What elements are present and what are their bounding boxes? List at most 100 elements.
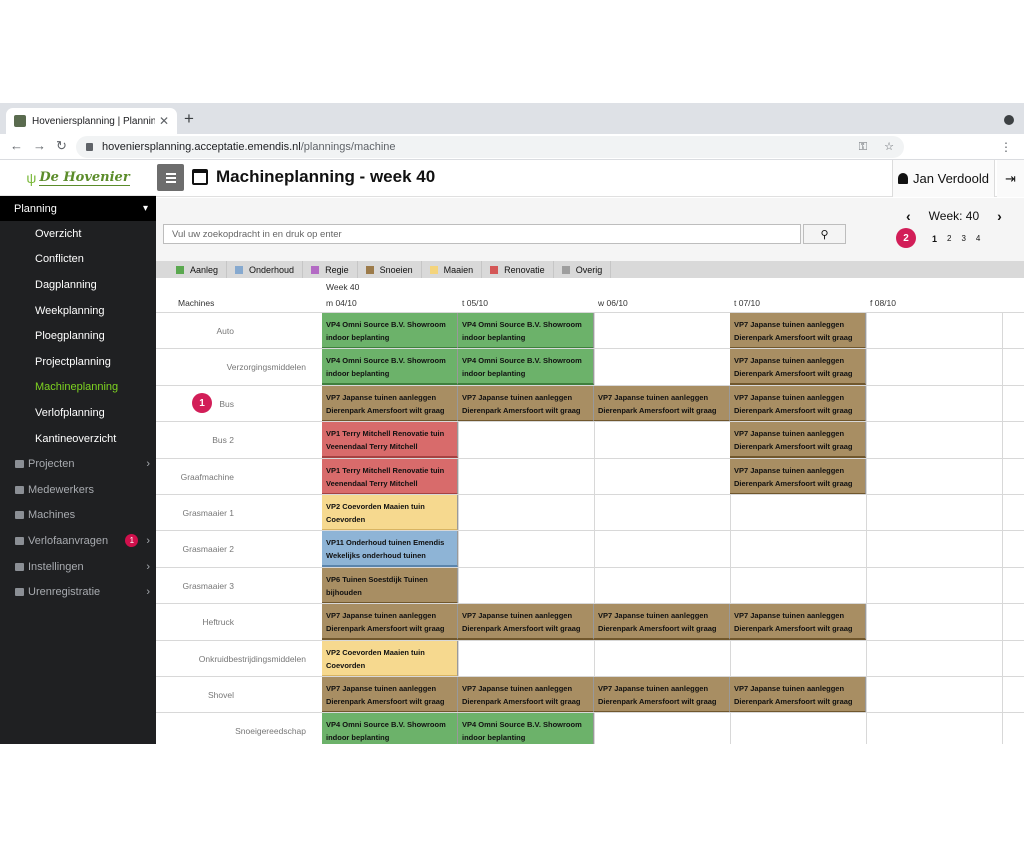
- day-header: m 04/10: [326, 298, 357, 308]
- machine-name: Verzorgingsmiddelen: [226, 362, 306, 373]
- planning-block[interactable]: VP7 Japanse tuinen aanleggen Dierenpark …: [730, 604, 866, 641]
- sidebar-item-instellingen[interactable]: Instellingen ›: [0, 554, 156, 580]
- sidebar-subitem-weekplanning[interactable]: Weekplanning: [0, 298, 156, 324]
- legend-label: Onderhoud: [249, 264, 295, 275]
- next-week-icon[interactable]: ›: [997, 208, 1002, 224]
- grid-line: [1002, 713, 1003, 744]
- sidebar-subitem-overzicht[interactable]: Overzicht: [0, 221, 156, 247]
- tab-search-icon[interactable]: [1004, 115, 1014, 125]
- sidebar-item-label: Medewerkers: [28, 483, 95, 496]
- planning-block[interactable]: VP4 Omni Source B.V. Showroom indoor bep…: [458, 713, 594, 744]
- sidebar-subitem-kantineoverzicht[interactable]: Kantineoverzicht: [0, 426, 156, 452]
- sidebar-item-medewerkers[interactable]: Medewerkers: [0, 477, 156, 503]
- sidebar-item-planning[interactable]: Planning ▾: [0, 196, 156, 221]
- schedule-grid: Week 40 Machines m 04/10 t 05/10 w 06/10 t …: [156, 278, 1024, 744]
- planning-block[interactable]: VP4 Omni Source B.V. Showroom indoor bep…: [322, 349, 458, 386]
- planning-block[interactable]: VP7 Japanse tuinen aanleggen Dierenpark …: [458, 385, 594, 422]
- sidebar-item-projecten[interactable]: Projecten ›: [0, 451, 156, 477]
- top-bar: Machineplanning - week 40 Jan Verdoold ⇥: [156, 160, 1024, 197]
- sidebar-item-verlofaanvragen[interactable]: Verlofaanvragen 1 ›: [0, 528, 156, 554]
- planning-block[interactable]: VP7 Japanse tuinen aanleggen Dierenpark …: [730, 422, 866, 459]
- browser-window: Hoveniersplanning | Plannings ✕ + ← → ↻ …: [0, 103, 1024, 744]
- planning-block[interactable]: VP7 Japanse tuinen aanleggen Dierenpark …: [594, 604, 730, 641]
- sidebar-subitem-verlofplanning[interactable]: Verlofplanning: [0, 400, 156, 426]
- planning-block[interactable]: VP7 Japanse tuinen aanleggen Dierenpark …: [322, 385, 458, 422]
- planning-block[interactable]: VP7 Japanse tuinen aanleggen Dierenpark …: [730, 385, 866, 422]
- planning-block[interactable]: VP7 Japanse tuinen aanleggen Dierenpark …: [458, 604, 594, 641]
- main-menu: Projecten › Medewerkers Machines Verlofaanvr…: [0, 451, 156, 605]
- sidebar-subitem-label: Dagplanning: [35, 278, 97, 291]
- search-icon: ⚲: [820, 228, 829, 241]
- table-row: Graafmachine VP1 Terry Mitchell Renovatie…: [156, 457, 1024, 495]
- sidebar-item-urenregistratie[interactable]: Urenregistratie ›: [0, 579, 156, 605]
- hamburger-icon[interactable]: [157, 164, 184, 191]
- address-bar: ← → ↻ hoveniersplanning.acceptatie.emend…: [0, 134, 1024, 160]
- planning-block[interactable]: VP7 Japanse tuinen aanleggen Dierenpark …: [594, 676, 730, 713]
- planning-block[interactable]: VP4 Omni Source B.V. Showroom indoor bep…: [322, 313, 458, 349]
- logo-text: De Hovenier: [39, 169, 130, 186]
- planning-block[interactable]: VP4 Omni Source B.V. Showroom indoor bep…: [458, 313, 594, 349]
- page-link-3[interactable]: 3: [961, 234, 965, 244]
- table-row: Grasmaaier 1 VP2 Coevorden Maaien tuin Co…: [156, 493, 1024, 531]
- new-tab-button[interactable]: +: [184, 109, 194, 129]
- grid-line: [866, 385, 867, 422]
- grid-line: [458, 567, 459, 604]
- grid-line: [1002, 422, 1003, 459]
- chevron-down-icon: ▾: [142, 203, 148, 214]
- search-button[interactable]: ⚲: [803, 224, 846, 244]
- sidebar-subitem-dagplanning[interactable]: Dagplanning: [0, 272, 156, 298]
- grid-line: [594, 349, 595, 386]
- browser-menu-icon[interactable]: ⋮: [1000, 140, 1012, 154]
- grid-line: [866, 713, 867, 744]
- sidebar-subitem-machineplanning[interactable]: Machineplanning: [0, 375, 156, 401]
- planning-block[interactable]: VP1 Terry Mitchell Renovatie tuin Veenen…: [322, 458, 458, 495]
- reload-icon[interactable]: ↻: [56, 138, 67, 154]
- grid-line: [1002, 676, 1003, 713]
- table-row: Bus 2 VP1 Terry Mitchell Renovatie tuin V…: [156, 421, 1024, 459]
- forward-icon[interactable]: →: [33, 138, 46, 153]
- grass-icon: ψ: [26, 169, 37, 186]
- planning-block[interactable]: VP7 Japanse tuinen aanleggen Dierenpark …: [730, 458, 866, 495]
- tab-title: Hoveniersplanning | Plannings: [32, 115, 155, 127]
- grid-line: [866, 458, 867, 495]
- gears-icon: [15, 562, 24, 571]
- brand-logo[interactable]: ψ De Hovenier: [0, 160, 156, 196]
- browser-tab[interactable]: Hoveniersplanning | Plannings ✕: [6, 108, 177, 134]
- back-icon[interactable]: ←: [10, 138, 23, 153]
- planning-block[interactable]: VP4 Omni Source B.V. Showroom indoor bep…: [322, 713, 458, 744]
- key-icon[interactable]: ⚿: [859, 141, 867, 153]
- url-field[interactable]: hoveniersplanning.acceptatie.emendis.nl /…: [76, 136, 904, 158]
- planning-block[interactable]: VP7 Japanse tuinen aanleggen Dierenpark …: [322, 676, 458, 713]
- planning-block[interactable]: VP7 Japanse tuinen aanleggen Dierenpark …: [730, 349, 866, 386]
- star-icon[interactable]: ☆: [884, 141, 894, 153]
- sidebar-subitem-projectplanning[interactable]: Projectplanning: [0, 349, 156, 375]
- lock-icon: [86, 143, 93, 151]
- planning-block[interactable]: VP7 Japanse tuinen aanleggen Dierenpark …: [458, 676, 594, 713]
- prev-week-icon[interactable]: ‹: [906, 208, 911, 224]
- logout-icon[interactable]: ⇥: [997, 160, 1024, 197]
- page-link-1[interactable]: 1: [932, 234, 937, 244]
- day-header: w 06/10: [598, 298, 628, 308]
- planning-block[interactable]: VP7 Japanse tuinen aanleggen Dierenpark …: [730, 313, 866, 349]
- planning-block[interactable]: VP2 Coevorden Maaien tuin Coevorden: [322, 640, 458, 677]
- planning-block[interactable]: VP7 Japanse tuinen aanleggen Dierenpark …: [730, 676, 866, 713]
- user-name: Jan Verdoold: [913, 171, 989, 186]
- page-link-4[interactable]: 4: [976, 234, 980, 244]
- user-menu-button[interactable]: Jan Verdoold: [892, 160, 995, 197]
- machine-name: Grasmaaier 2: [182, 544, 235, 555]
- planning-block[interactable]: VP2 Coevorden Maaien tuin Coevorden: [322, 494, 458, 531]
- search-input[interactable]: Vul uw zoekopdracht in en druk op enter: [163, 224, 801, 244]
- sidebar-subitem-conflicten[interactable]: Conflicten: [0, 247, 156, 273]
- sidebar-subitem-ploegplanning[interactable]: Ploegplanning: [0, 323, 156, 349]
- planning-block[interactable]: VP6 Tuinen Soestdijk Tuinen bijhouden: [322, 567, 458, 604]
- grid-line: [594, 494, 595, 531]
- planning-block[interactable]: VP1 Terry Mitchell Renovatie tuin Veenen…: [322, 422, 458, 459]
- planning-block[interactable]: VP7 Japanse tuinen aanleggen Dierenpark …: [322, 604, 458, 641]
- planning-block[interactable]: VP11 Onderhoud tuinen Emendis Wekelijks …: [322, 531, 458, 568]
- planning-block[interactable]: VP7 Japanse tuinen aanleggen Dierenpark …: [594, 385, 730, 422]
- page-link-2[interactable]: 2: [947, 234, 951, 244]
- tab-close-icon[interactable]: ✕: [159, 114, 169, 128]
- planning-block[interactable]: VP4 Omni Source B.V. Showroom indoor bep…: [458, 349, 594, 386]
- sidebar-item-machines[interactable]: Machines: [0, 503, 156, 529]
- grid-line: [458, 531, 459, 568]
